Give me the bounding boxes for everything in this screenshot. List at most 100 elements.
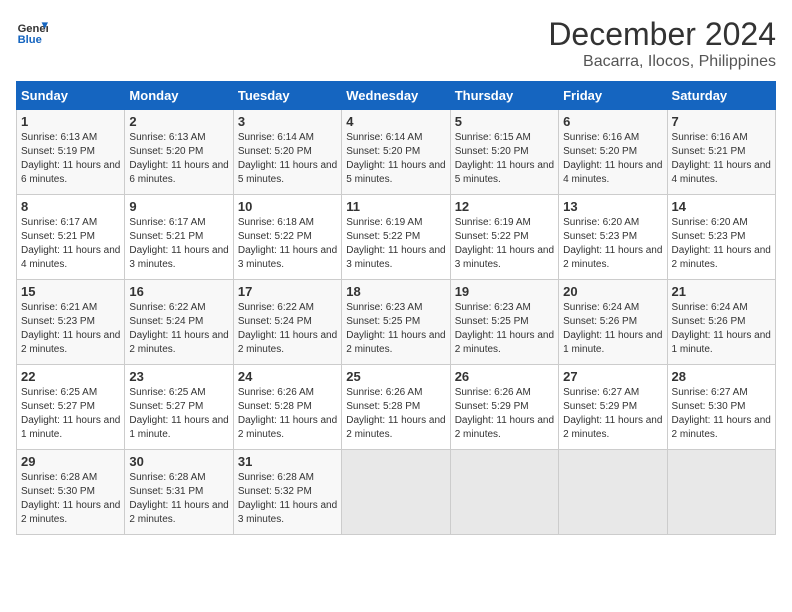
day-number: 18 xyxy=(346,284,445,299)
day-info: Sunrise: 6:14 AMSunset: 5:20 PMDaylight:… xyxy=(238,131,337,187)
day-number: 28 xyxy=(672,369,771,384)
logo-icon: General Blue xyxy=(16,16,48,48)
day-number: 15 xyxy=(21,284,120,299)
calendar-week-3: 15 Sunrise: 6:21 AMSunset: 5:23 PMDayligh… xyxy=(17,280,776,365)
calendar-cell: 6 Sunrise: 6:16 AMSunset: 5:20 PMDaylight… xyxy=(559,110,667,195)
day-number: 6 xyxy=(563,114,662,129)
calendar-cell: 14 Sunrise: 6:20 AMSunset: 5:23 PMDayligh… xyxy=(667,195,775,280)
day-number: 21 xyxy=(672,284,771,299)
day-number: 13 xyxy=(563,199,662,214)
calendar-cell: 23 Sunrise: 6:25 AMSunset: 5:27 PMDayligh… xyxy=(125,365,233,450)
calendar-cell: 26 Sunrise: 6:26 AMSunset: 5:29 PMDayligh… xyxy=(450,365,558,450)
day-number: 14 xyxy=(672,199,771,214)
calendar-cell: 5Sunrise: 6:15 AMSunset: 5:20 PMDaylight… xyxy=(450,110,558,195)
calendar-week-1: 1 Sunrise: 6:13 AMSunset: 5:19 PMDaylight… xyxy=(17,110,776,195)
day-number: 27 xyxy=(563,369,662,384)
day-info: Sunrise: 6:28 AMSunset: 5:30 PMDaylight:… xyxy=(21,471,120,527)
day-info: Sunrise: 6:20 AMSunset: 5:23 PMDaylight:… xyxy=(672,216,771,272)
calendar-table: SundayMondayTuesdayWednesdayThursdayFrid… xyxy=(16,81,776,535)
header-saturday: Saturday xyxy=(667,82,775,110)
calendar-cell: 3 Sunrise: 6:14 AMSunset: 5:20 PMDaylight… xyxy=(233,110,341,195)
calendar-cell: 18 Sunrise: 6:23 AMSunset: 5:25 PMDayligh… xyxy=(342,280,450,365)
calendar-cell: 25Sunrise: 6:26 AMSunset: 5:28 PMDayligh… xyxy=(342,365,450,450)
title-area: December 2024 Bacarra, Ilocos, Philippin… xyxy=(548,16,776,71)
calendar-cell xyxy=(559,450,667,535)
calendar-cell: 20 Sunrise: 6:24 AMSunset: 5:26 PMDayligh… xyxy=(559,280,667,365)
logo: General Blue xyxy=(16,16,48,48)
day-info: Sunrise: 6:16 AMSunset: 5:20 PMDaylight:… xyxy=(563,131,662,187)
day-info: Sunrise: 6:21 AMSunset: 5:23 PMDaylight:… xyxy=(21,301,120,357)
day-info: Sunrise: 6:15 AMSunset: 5:20 PMDaylight:… xyxy=(455,131,554,187)
calendar-cell: 11Sunrise: 6:19 AMSunset: 5:22 PMDayligh… xyxy=(342,195,450,280)
day-number: 3 xyxy=(238,114,337,129)
page-header: General Blue December 2024 Bacarra, Iloc… xyxy=(16,16,776,71)
header-wednesday: Wednesday xyxy=(342,82,450,110)
header-thursday: Thursday xyxy=(450,82,558,110)
day-info: Sunrise: 6:17 AMSunset: 5:21 PMDaylight:… xyxy=(21,216,120,272)
day-info: Sunrise: 6:26 AMSunset: 5:29 PMDaylight:… xyxy=(455,386,554,442)
day-info: Sunrise: 6:26 AMSunset: 5:28 PMDaylight:… xyxy=(346,386,445,442)
day-number: 30 xyxy=(129,454,228,469)
calendar-cell: 1 Sunrise: 6:13 AMSunset: 5:19 PMDaylight… xyxy=(17,110,125,195)
day-number: 22 xyxy=(21,369,120,384)
page-title: December 2024 xyxy=(548,16,776,53)
day-info: Sunrise: 6:23 AMSunset: 5:25 PMDaylight:… xyxy=(455,301,554,357)
day-info: Sunrise: 6:28 AMSunset: 5:31 PMDaylight:… xyxy=(129,471,228,527)
day-number: 26 xyxy=(455,369,554,384)
header-sunday: Sunday xyxy=(17,82,125,110)
day-number: 11 xyxy=(346,199,445,214)
calendar-cell: 2 Sunrise: 6:13 AMSunset: 5:20 PMDaylight… xyxy=(125,110,233,195)
day-number: 7 xyxy=(672,114,771,129)
calendar-cell: 29 Sunrise: 6:28 AMSunset: 5:30 PMDayligh… xyxy=(17,450,125,535)
calendar-header-row: SundayMondayTuesdayWednesdayThursdayFrid… xyxy=(17,82,776,110)
day-number: 20 xyxy=(563,284,662,299)
header-tuesday: Tuesday xyxy=(233,82,341,110)
calendar-cell: 30 Sunrise: 6:28 AMSunset: 5:31 PMDayligh… xyxy=(125,450,233,535)
calendar-cell: 8 Sunrise: 6:17 AMSunset: 5:21 PMDaylight… xyxy=(17,195,125,280)
day-info: Sunrise: 6:13 AMSunset: 5:20 PMDaylight:… xyxy=(129,131,228,187)
day-info: Sunrise: 6:28 AMSunset: 5:32 PMDaylight:… xyxy=(238,471,337,527)
calendar-cell: 24Sunrise: 6:26 AMSunset: 5:28 PMDayligh… xyxy=(233,365,341,450)
day-number: 2 xyxy=(129,114,228,129)
calendar-cell: 12Sunrise: 6:19 AMSunset: 5:22 PMDayligh… xyxy=(450,195,558,280)
day-number: 10 xyxy=(238,199,337,214)
calendar-cell: 16Sunrise: 6:22 AMSunset: 5:24 PMDayligh… xyxy=(125,280,233,365)
day-info: Sunrise: 6:16 AMSunset: 5:21 PMDaylight:… xyxy=(672,131,771,187)
calendar-cell: 7 Sunrise: 6:16 AMSunset: 5:21 PMDaylight… xyxy=(667,110,775,195)
calendar-cell: 17Sunrise: 6:22 AMSunset: 5:24 PMDayligh… xyxy=(233,280,341,365)
day-number: 16 xyxy=(129,284,228,299)
calendar-cell: 31 Sunrise: 6:28 AMSunset: 5:32 PMDayligh… xyxy=(233,450,341,535)
calendar-cell xyxy=(450,450,558,535)
day-number: 31 xyxy=(238,454,337,469)
day-number: 23 xyxy=(129,369,228,384)
day-number: 19 xyxy=(455,284,554,299)
day-number: 29 xyxy=(21,454,120,469)
day-info: Sunrise: 6:25 AMSunset: 5:27 PMDaylight:… xyxy=(129,386,228,442)
day-info: Sunrise: 6:27 AMSunset: 5:29 PMDaylight:… xyxy=(563,386,662,442)
calendar-week-4: 22 Sunrise: 6:25 AMSunset: 5:27 PMDayligh… xyxy=(17,365,776,450)
day-number: 9 xyxy=(129,199,228,214)
day-info: Sunrise: 6:23 AMSunset: 5:25 PMDaylight:… xyxy=(346,301,445,357)
day-number: 4 xyxy=(346,114,445,129)
day-info: Sunrise: 6:24 AMSunset: 5:26 PMDaylight:… xyxy=(563,301,662,357)
calendar-cell: 15 Sunrise: 6:21 AMSunset: 5:23 PMDayligh… xyxy=(17,280,125,365)
calendar-cell: 22Sunrise: 6:25 AMSunset: 5:27 PMDayligh… xyxy=(17,365,125,450)
day-info: Sunrise: 6:24 AMSunset: 5:26 PMDaylight:… xyxy=(672,301,771,357)
day-number: 1 xyxy=(21,114,120,129)
calendar-cell: 19 Sunrise: 6:23 AMSunset: 5:25 PMDayligh… xyxy=(450,280,558,365)
day-info: Sunrise: 6:26 AMSunset: 5:28 PMDaylight:… xyxy=(238,386,337,442)
day-info: Sunrise: 6:18 AMSunset: 5:22 PMDaylight:… xyxy=(238,216,337,272)
day-number: 8 xyxy=(21,199,120,214)
calendar-cell xyxy=(342,450,450,535)
day-info: Sunrise: 6:17 AMSunset: 5:21 PMDaylight:… xyxy=(129,216,228,272)
page-subtitle: Bacarra, Ilocos, Philippines xyxy=(548,53,776,71)
day-info: Sunrise: 6:13 AMSunset: 5:19 PMDaylight:… xyxy=(21,131,120,187)
day-info: Sunrise: 6:14 AMSunset: 5:20 PMDaylight:… xyxy=(346,131,445,187)
day-number: 17 xyxy=(238,284,337,299)
calendar-cell: 9 Sunrise: 6:17 AMSunset: 5:21 PMDaylight… xyxy=(125,195,233,280)
header-monday: Monday xyxy=(125,82,233,110)
svg-text:Blue: Blue xyxy=(18,34,42,46)
calendar-week-5: 29 Sunrise: 6:28 AMSunset: 5:30 PMDayligh… xyxy=(17,450,776,535)
calendar-cell: 27 Sunrise: 6:27 AMSunset: 5:29 PMDayligh… xyxy=(559,365,667,450)
calendar-cell: 4 Sunrise: 6:14 AMSunset: 5:20 PMDaylight… xyxy=(342,110,450,195)
